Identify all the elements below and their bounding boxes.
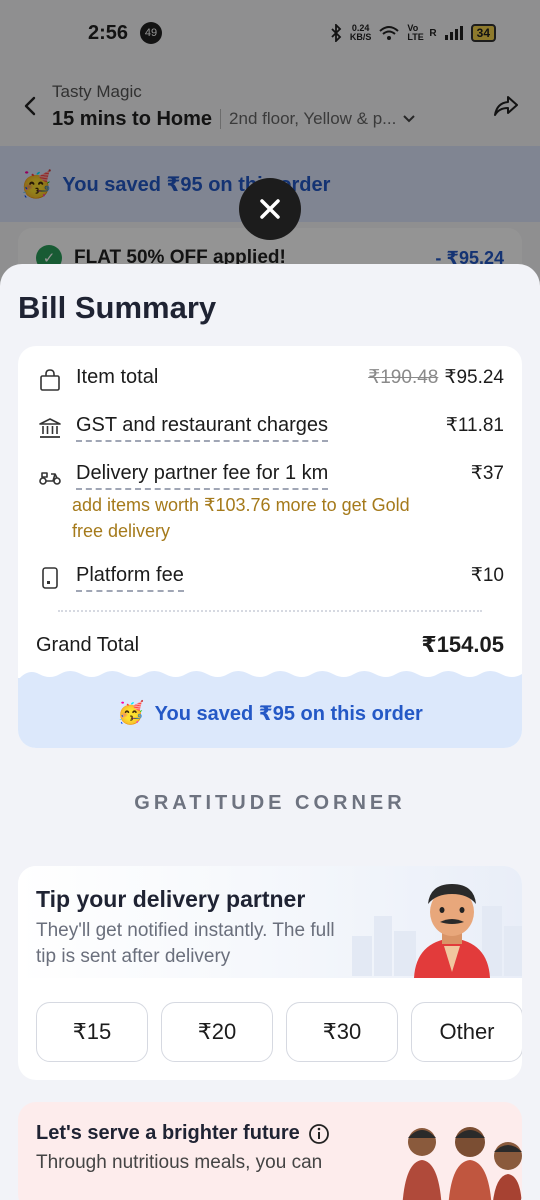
bill-card: Item total ₹190.48 ₹95.24 GST and restau… bbox=[18, 346, 522, 748]
delivery-partner-illustration bbox=[414, 884, 490, 978]
bill-divider bbox=[58, 610, 482, 612]
gratitude-heading: GRATITUDE CORNER bbox=[134, 792, 406, 814]
brighter-future-card[interactable]: Let's serve a brighter future Through nu… bbox=[18, 1102, 522, 1200]
sheet-title: Bill Summary bbox=[18, 290, 217, 325]
children-illustration bbox=[402, 1127, 522, 1200]
item-total-label: Item total bbox=[76, 366, 159, 388]
future-subtitle: Through nutritious meals, you can bbox=[36, 1152, 323, 1173]
free-delivery-note: add items worth ₹103.76 more to get Gold… bbox=[72, 495, 410, 541]
bill-row-platform-fee[interactable]: Platform fee ₹10 bbox=[38, 564, 504, 592]
bill-summary-sheet: Bill Summary Item total ₹190.48 ₹95.24 G… bbox=[0, 264, 540, 1200]
future-title-row: Let's serve a brighter future bbox=[36, 1122, 330, 1145]
scooter-icon bbox=[39, 472, 61, 485]
tip-title: Tip your delivery partner bbox=[36, 886, 306, 912]
tip-card: Tip your delivery partner They'll get no… bbox=[18, 866, 522, 1080]
tip-subtitle: They'll get notified instantly. The full… bbox=[36, 920, 335, 967]
future-title: Let's serve a brighter future bbox=[36, 1122, 300, 1144]
info-icon[interactable] bbox=[308, 1123, 330, 1145]
tip-option-20[interactable]: ₹20 bbox=[161, 1002, 273, 1062]
gst-label: GST and restaurant charges bbox=[76, 414, 328, 442]
tip-options: ₹15 ₹20 ₹30 Other bbox=[36, 1002, 522, 1062]
phone-icon bbox=[42, 567, 58, 589]
tip-option-30[interactable]: ₹30 bbox=[286, 1002, 398, 1062]
savings-band: 🥳 You saved ₹95 on this order bbox=[18, 671, 522, 748]
item-total-value-group: ₹190.48 ₹95.24 bbox=[368, 366, 504, 389]
gst-value: ₹11.81 bbox=[445, 415, 504, 436]
platform-fee-value: ₹10 bbox=[470, 565, 504, 586]
grand-total-label: Grand Total bbox=[36, 633, 140, 656]
tip-option-other[interactable]: Other bbox=[411, 1002, 522, 1062]
close-button[interactable] bbox=[239, 178, 301, 240]
bill-row-gst[interactable]: GST and restaurant charges ₹11.81 bbox=[38, 414, 504, 442]
tip-option-15[interactable]: ₹15 bbox=[36, 1002, 148, 1062]
shopping-bag-icon bbox=[40, 369, 60, 391]
party-emoji-icon: 🥳 bbox=[117, 700, 145, 725]
grand-total-value: ₹154.05 bbox=[421, 632, 504, 657]
dim-overlay[interactable] bbox=[0, 0, 540, 290]
item-total-original: ₹190.48 bbox=[368, 367, 439, 388]
savings-text: You saved ₹95 on this order bbox=[154, 702, 423, 725]
platform-fee-label: Platform fee bbox=[76, 564, 184, 592]
bill-row-item-total: Item total ₹190.48 ₹95.24 bbox=[38, 366, 504, 392]
delivery-value: ₹37 bbox=[470, 463, 504, 484]
delivery-label: Delivery partner fee for 1 km bbox=[76, 462, 329, 490]
item-total-value: ₹95.24 bbox=[444, 367, 504, 388]
bill-row-delivery[interactable]: Delivery partner fee for 1 km ₹37 bbox=[38, 462, 504, 490]
close-icon bbox=[260, 199, 280, 219]
wave-divider bbox=[18, 671, 522, 680]
bank-icon bbox=[39, 418, 61, 438]
grand-total-row: Grand Total ₹154.05 bbox=[36, 632, 504, 658]
